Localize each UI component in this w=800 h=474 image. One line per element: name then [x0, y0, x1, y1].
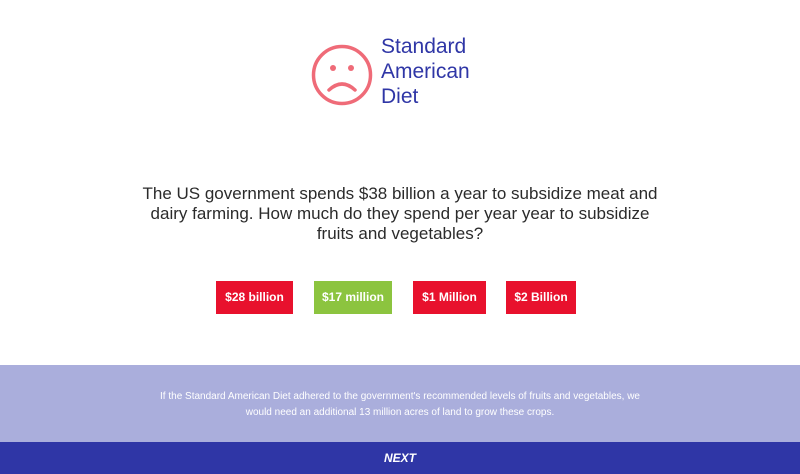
- fact-text: If the Standard American Diet adhered to…: [160, 391, 640, 418]
- logo-line-1: Standard: [381, 35, 467, 58]
- logo-title: Standard American Diet: [381, 34, 470, 109]
- sad-face-icon: [311, 44, 373, 106]
- fact-panel: If the Standard American Diet adhered to…: [0, 365, 800, 442]
- answer-option-28-billion[interactable]: $28 billion: [216, 281, 293, 314]
- next-button[interactable]: NEXT: [360, 442, 440, 474]
- question-text: The US government spends $38 billion a y…: [142, 184, 658, 243]
- logo-line-2: American: [381, 60, 470, 83]
- answer-option-2-billion[interactable]: $2 Billion: [506, 281, 576, 314]
- logo-line-3: Diet: [381, 85, 419, 108]
- answer-options: $28 billion $17 million $1 Million $2 Bi…: [0, 281, 800, 314]
- logo: Standard American Diet: [311, 34, 491, 114]
- answer-option-1-million[interactable]: $1 Million: [413, 281, 486, 314]
- answer-option-17-million[interactable]: $17 million: [314, 281, 392, 314]
- footer-bar: NEXT: [0, 442, 800, 474]
